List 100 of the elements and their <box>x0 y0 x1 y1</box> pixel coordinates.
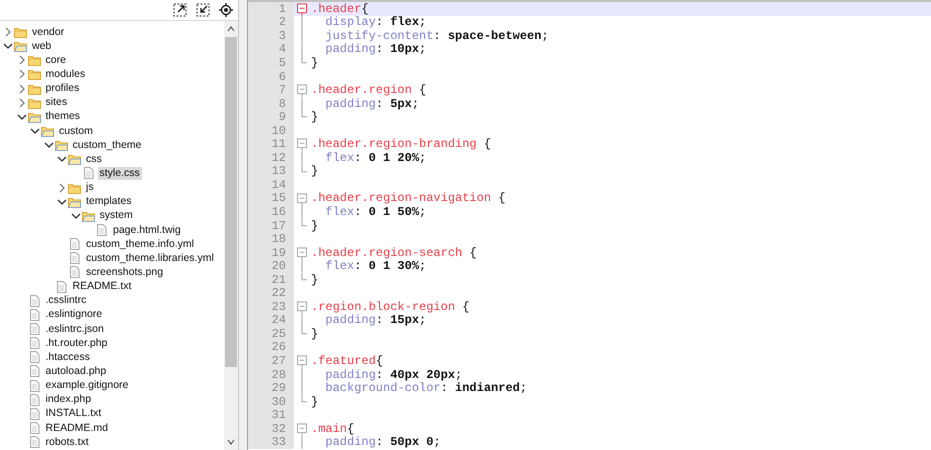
tree-item[interactable]: .ht.router.php <box>44 336 110 350</box>
tree-item[interactable]: style.css <box>98 166 142 180</box>
line-number: 25 <box>248 327 294 341</box>
line-number: 15 <box>248 192 294 206</box>
tree-item[interactable]: custom <box>57 124 95 138</box>
code-line: } <box>310 394 318 409</box>
tree-item[interactable]: screenshots.png <box>84 266 166 279</box>
line-number: 4 <box>248 42 294 56</box>
line-number: 30 <box>248 394 294 408</box>
tree-item[interactable]: .csslintrc <box>44 294 88 308</box>
file-icon <box>82 167 94 180</box>
fold-end-line <box>302 164 308 172</box>
tree-item[interactable]: custom_theme <box>70 138 144 152</box>
scrollbar-thumb[interactable] <box>225 37 237 367</box>
fold-toggle-icon[interactable] <box>297 247 307 260</box>
folder-icon <box>68 153 81 166</box>
file-icon <box>68 252 81 264</box>
expand-icon[interactable] <box>173 3 187 17</box>
fold-toggle-icon[interactable] <box>297 3 307 16</box>
code-line: display: flex; <box>324 15 426 30</box>
tree-item[interactable]: example.gitignore <box>44 379 130 392</box>
file-icon <box>28 408 40 420</box>
tree-item[interactable]: system <box>98 209 135 222</box>
tree-item[interactable]: page.html.twig <box>111 224 183 237</box>
tree-item[interactable]: templates <box>84 195 134 208</box>
code-line: .header.region { <box>310 83 426 98</box>
folder-icon <box>68 182 81 194</box>
file-icon <box>28 308 40 321</box>
file-icon <box>28 380 40 392</box>
tree-item[interactable]: .eslintignore <box>44 308 104 322</box>
folder-icon <box>28 110 40 123</box>
tree-item[interactable]: css <box>84 152 104 166</box>
line-number: 6 <box>248 70 294 84</box>
fold-toggle-icon[interactable] <box>297 423 307 436</box>
tree-item[interactable]: README.md <box>44 422 110 434</box>
code-line: } <box>310 56 318 70</box>
code-line: .header.region-branding { <box>310 137 492 152</box>
line-number: 32 <box>248 422 294 436</box>
fold-end-line <box>302 394 308 402</box>
line-number: 29 <box>248 381 294 395</box>
folder-icon <box>54 139 68 152</box>
tree-item[interactable]: web <box>30 40 54 53</box>
fold-toggle-icon[interactable] <box>297 84 307 97</box>
line-number: 26 <box>248 340 294 354</box>
line-number: 12 <box>248 151 294 165</box>
code-line: padding: 5px; <box>324 96 420 111</box>
code-line: padding: 50px 0; <box>324 435 441 450</box>
line-number: 1 <box>248 2 294 16</box>
fold-end-line <box>302 327 308 334</box>
line-number: 23 <box>248 300 294 314</box>
fold-toggle-icon[interactable] <box>297 138 307 152</box>
scrollbar[interactable] <box>224 21 238 450</box>
crosshair-icon[interactable] <box>219 3 233 17</box>
line-number: 7 <box>248 83 294 97</box>
tree-item[interactable]: modules <box>44 68 88 81</box>
tree-item[interactable]: core <box>44 54 68 67</box>
code-line: } <box>310 164 318 178</box>
file-icon <box>28 365 40 378</box>
tree-item[interactable]: themes <box>44 110 82 124</box>
tree-item[interactable]: custom_theme.libraries.yml <box>84 252 216 265</box>
line-number: 3 <box>248 29 294 43</box>
tree-item[interactable]: robots.txt <box>44 436 91 449</box>
code-line: } <box>310 326 318 341</box>
tree-item[interactable]: custom_theme.info.yml <box>84 238 196 251</box>
tree-item[interactable]: js <box>84 181 96 194</box>
folder-icon <box>28 68 40 80</box>
folder-icon <box>14 26 27 38</box>
tree-item[interactable]: autoload.php <box>44 364 108 378</box>
folder-icon <box>28 82 40 95</box>
tree-item[interactable]: README.txt <box>70 280 134 294</box>
line-number: 20 <box>248 259 294 273</box>
tree-item[interactable]: .htaccess <box>44 350 92 364</box>
line-number: 22 <box>248 286 294 300</box>
scroll-down-icon[interactable] <box>227 438 235 446</box>
line-number: 21 <box>248 272 294 286</box>
code-line: .featured{ <box>310 354 384 368</box>
fold-end-line <box>302 272 308 280</box>
folder-icon <box>68 196 81 208</box>
tree-item[interactable]: profiles <box>44 82 82 96</box>
line-number: 11 <box>248 137 294 152</box>
code-line: .header{ <box>310 2 369 16</box>
scroll-up-icon[interactable] <box>227 25 235 33</box>
code-line: flex: 0 1 30%; <box>324 259 426 274</box>
file-icon <box>28 294 40 307</box>
file-icon <box>28 394 40 406</box>
tree-item[interactable]: INSTALL.txt <box>44 407 104 420</box>
fold-toggle-icon[interactable] <box>297 193 307 206</box>
collapse-icon[interactable] <box>196 3 210 17</box>
tree-item[interactable]: sites <box>44 96 70 110</box>
line-number: 33 <box>248 436 294 450</box>
tree-item[interactable]: index.php <box>44 393 94 406</box>
tree-item[interactable]: vendor <box>30 26 66 39</box>
tree-item[interactable]: .eslintrc.json <box>44 322 106 336</box>
code-line: .main{ <box>310 422 354 436</box>
line-number: 17 <box>248 218 294 232</box>
line-number: 27 <box>248 354 294 368</box>
fold-toggle-icon[interactable] <box>297 356 307 368</box>
code-line: } <box>310 218 318 233</box>
line-number: 9 <box>248 110 294 124</box>
fold-toggle-icon[interactable] <box>297 301 307 314</box>
